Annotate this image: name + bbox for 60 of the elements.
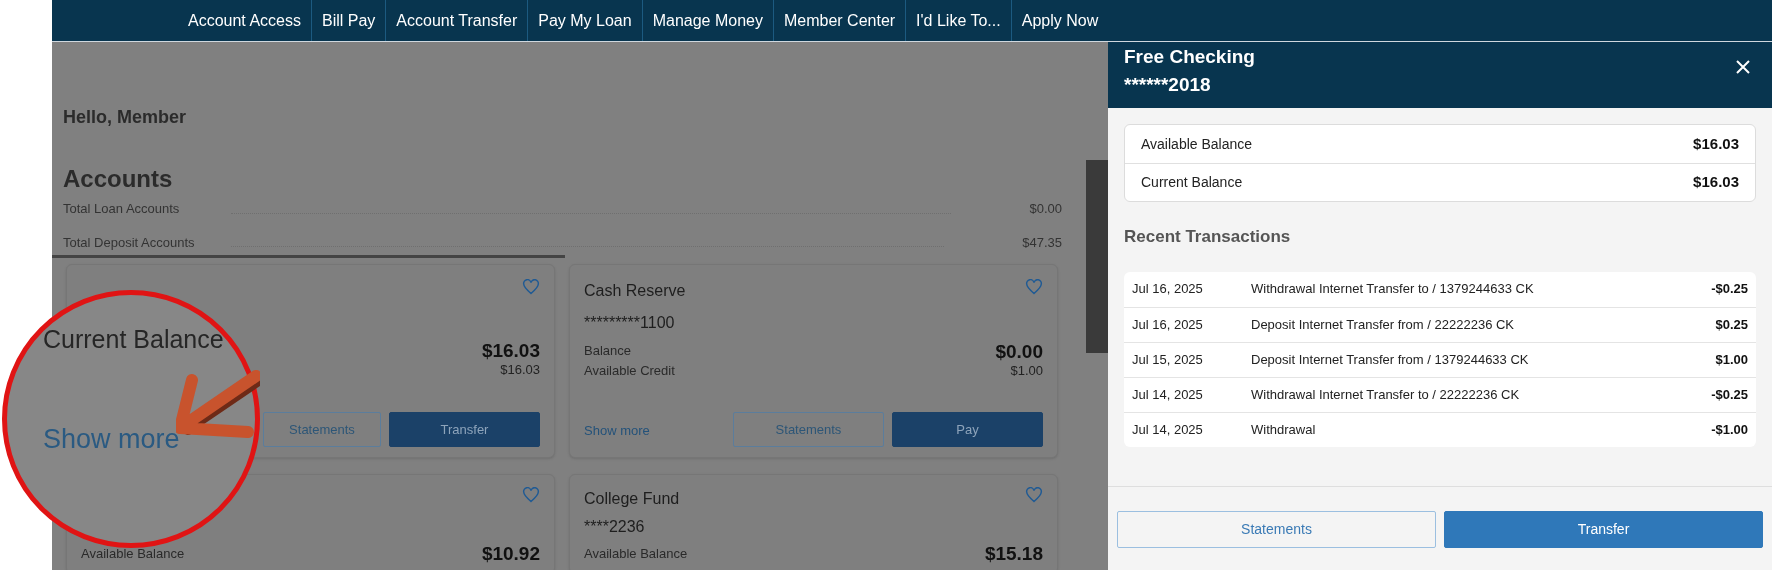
nav-link[interactable]: Account Access [178, 0, 311, 41]
balance-label: Available Credit [584, 361, 675, 380]
balance-label: Available Balance [584, 544, 688, 563]
transaction-amount: -$1.00 [1711, 420, 1748, 439]
balance-label: Current Balance [1141, 173, 1243, 192]
transaction-description: Withdrawal Internet Transfer to / 22222236 CK [1251, 385, 1521, 404]
balance-label: Available Balance [81, 544, 185, 563]
primary-button[interactable]: Pay [892, 412, 1043, 447]
nav-link[interactable]: Apply Now [1010, 0, 1109, 41]
transaction-amount: $0.25 [1715, 315, 1748, 334]
panel-account-number: ******2018 [1124, 73, 1212, 97]
transaction-description: Withdrawal [1251, 420, 1317, 439]
transaction-description: Withdrawal Internet Transfer to / 1379244633 CK [1251, 280, 1535, 299]
transaction-date: Jul 16, 2025 [1132, 315, 1204, 334]
statements-button[interactable]: Statements [1117, 511, 1436, 548]
total-amount: $0.00 [1029, 200, 1062, 218]
account-name: College Fund [584, 489, 680, 509]
account-number: *********1100 [584, 313, 676, 333]
balance-amount: $16.03 [1693, 172, 1739, 193]
transaction-amount: -$0.25 [1711, 385, 1748, 404]
account-name: Cash Reserve [584, 281, 686, 301]
heart-icon[interactable] [522, 487, 540, 503]
transaction-description: Deposit Internet Transfer from / 1379244633 CK [1251, 350, 1530, 369]
balance-amount: $0.00 [995, 341, 1043, 361]
balance-label: Balance [584, 342, 631, 360]
greeting-heading: Hello, Member [63, 106, 188, 129]
total-amount: $47.35 [1022, 233, 1062, 252]
heart-icon[interactable] [1025, 279, 1043, 295]
transaction-amount: $1.00 [1715, 350, 1748, 369]
balance-amount: $16.03 [1693, 133, 1739, 154]
total-label: Total Deposit Accounts [63, 233, 196, 252]
close-icon[interactable] [1736, 60, 1750, 74]
transaction-amount: -$0.25 [1711, 280, 1748, 299]
balance-amount: $1.00 [1010, 361, 1043, 380]
nav-link[interactable]: Account Transfer [385, 0, 528, 41]
transaction-date: Jul 14, 2025 [1132, 385, 1204, 404]
primary-button[interactable]: Transfer [389, 412, 540, 447]
accounts-heading: Accounts [63, 164, 174, 194]
nav-link[interactable]: I'd Like To... [905, 0, 1011, 41]
nav-link[interactable]: Bill Pay [310, 0, 386, 41]
transaction-date: Jul 16, 2025 [1132, 280, 1204, 299]
account-number: ****2236 [584, 517, 646, 537]
heart-icon[interactable] [1025, 487, 1043, 503]
balance-label: Available Balance [1141, 134, 1253, 154]
transaction-date: Jul 15, 2025 [1132, 350, 1204, 369]
transfer-button[interactable]: Transfer [1444, 511, 1763, 548]
balance-amount: $15.18 [984, 544, 1043, 563]
balance-amount: $16.03 [500, 361, 540, 379]
nav-link[interactable]: Member Center [772, 0, 906, 41]
heart-icon[interactable] [522, 279, 540, 295]
section-heading: Recent Transactions [1124, 226, 1292, 248]
panel-title: Free Checking [1124, 45, 1255, 69]
transaction-description: Deposit Internet Transfer from / 22222236 CK [1251, 315, 1516, 334]
transaction-date: Jul 14, 2025 [1132, 420, 1204, 439]
balance-amount: $10.92 [481, 544, 540, 563]
magnified-balance-label: Current Balance [43, 324, 224, 355]
total-label: Total Loan Accounts [63, 200, 181, 218]
balance-amount: $16.03 [481, 341, 540, 360]
nav-link[interactable]: Pay My Loan [527, 0, 642, 41]
nav-link[interactable]: Manage Money [641, 0, 773, 41]
